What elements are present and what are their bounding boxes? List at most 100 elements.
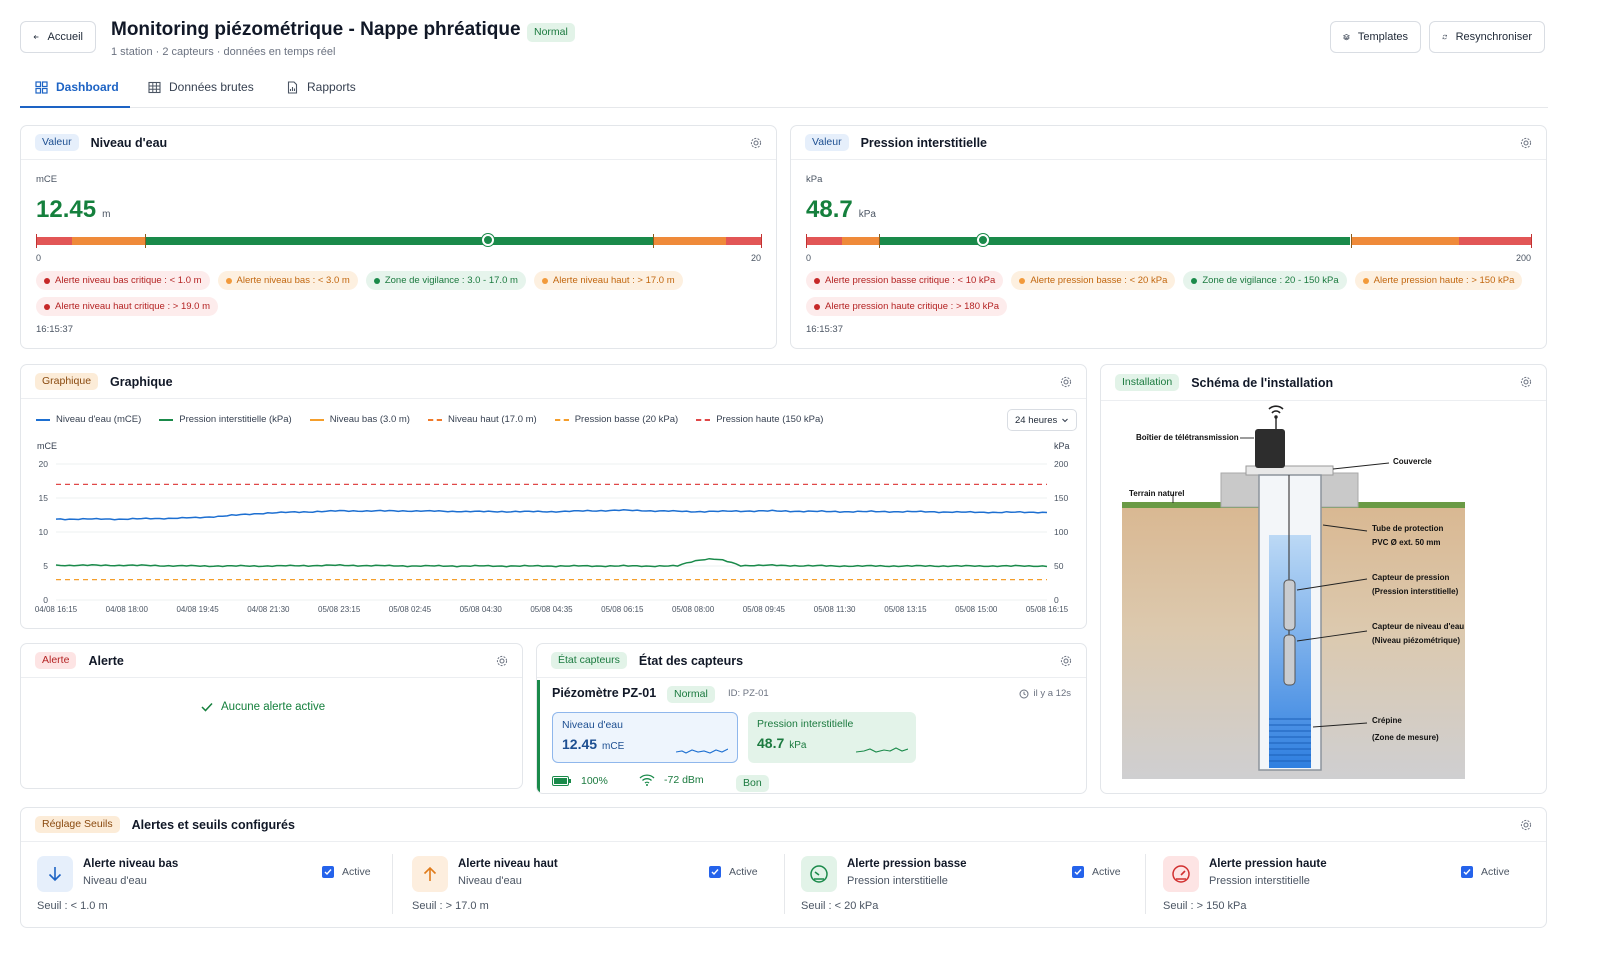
x-tick-label: 05/08 06:15 xyxy=(601,605,644,614)
gear-icon[interactable] xyxy=(1520,819,1532,831)
value-number: 48.7 xyxy=(806,196,853,223)
threshold-chip: Alerte pression haute critique : > 180 k… xyxy=(806,297,1008,316)
y2-tick-label: 200 xyxy=(1054,459,1068,469)
gear-icon[interactable] xyxy=(1520,137,1532,149)
y2-tick-label: 150 xyxy=(1054,493,1068,503)
checkbox-icon xyxy=(322,866,334,878)
y-tick-label: 15 xyxy=(39,493,49,503)
threshold-sensor: Pression interstitielle xyxy=(847,875,948,887)
resync-button[interactable]: Resynchroniser xyxy=(1429,21,1545,53)
chip-label: Alerte pression basse critique : < 10 kP… xyxy=(825,275,996,286)
active-toggle[interactable]: Active xyxy=(322,866,371,878)
label-crepine-1: Crépine xyxy=(1372,716,1402,725)
x-tick-label: 04/08 19:45 xyxy=(176,605,219,614)
layers-icon xyxy=(1343,34,1350,41)
gear-icon[interactable] xyxy=(496,655,508,667)
level-tile-number: 12.45 xyxy=(562,736,598,752)
back-button[interactable]: Accueil xyxy=(20,21,96,53)
gauge-segment xyxy=(878,237,1351,245)
thresholds-card: Réglage Seuils Alertes et seuils configu… xyxy=(20,807,1547,928)
tab-raw-data[interactable]: Données brutes xyxy=(148,80,254,94)
checkbox-icon xyxy=(709,866,721,878)
sensors-header: État capteurs État des capteurs xyxy=(537,644,1086,678)
alert-header: Alerte Alerte xyxy=(21,644,522,678)
grid-icon xyxy=(35,80,48,94)
threshold-icon-box xyxy=(412,856,448,892)
status-dot xyxy=(225,277,232,284)
templates-button[interactable]: Templates xyxy=(1330,21,1421,53)
level-tile-value: 12.45 mCE xyxy=(562,736,624,752)
pressure-tile-number: 48.7 xyxy=(757,735,785,751)
x-tick-label: 05/08 13:15 xyxy=(884,605,927,614)
transmitter-box xyxy=(1255,429,1285,468)
templates-label: Templates xyxy=(1357,31,1408,43)
pressure-header: Valeur Pression interstitielle xyxy=(791,126,1546,160)
gauge-high-icon xyxy=(1172,865,1190,883)
active-toggle[interactable]: Active xyxy=(709,866,758,878)
gear-icon[interactable] xyxy=(1060,655,1072,667)
tab-reports[interactable]: Rapports xyxy=(286,80,356,94)
chip-label: Alerte niveau haut : > 17.0 m xyxy=(552,275,675,286)
last-update-text: il y a 12s xyxy=(1033,688,1072,699)
y-tick-label: 10 xyxy=(39,527,49,537)
x-tick-label: 05/08 04:30 xyxy=(460,605,503,614)
gauge-segment xyxy=(653,237,726,245)
gauge-segment xyxy=(144,237,654,245)
tab-dashboard[interactable]: Dashboard xyxy=(35,80,119,94)
station-status: Normal xyxy=(667,686,715,703)
gear-icon[interactable] xyxy=(750,137,762,149)
current-value: 12.45 m xyxy=(36,196,110,224)
level-tile-label: Niveau d'eau xyxy=(562,719,623,731)
threshold-name: Alerte niveau bas xyxy=(83,858,179,870)
x-tick-label: 05/08 08:00 xyxy=(672,605,715,614)
active-toggle[interactable]: Active xyxy=(1461,866,1510,878)
gauge-bar xyxy=(806,234,1532,248)
status-badge: Normal xyxy=(527,23,575,42)
threshold-chip: Zone de vigilance : 3.0 - 17.0 m xyxy=(365,271,526,290)
label-capt-p-2: (Pression interstitielle) xyxy=(1372,587,1459,596)
pressure-tile-unit: kPa xyxy=(789,740,807,751)
alert-title: Alerte xyxy=(88,653,124,668)
threshold-name: Alerte pression haute xyxy=(1209,858,1327,870)
water-level-title: Niveau d'eau xyxy=(90,135,168,150)
x-tick-label: 05/08 15:00 xyxy=(955,605,998,614)
gauge-segment xyxy=(72,237,145,245)
thresholds-row: Alerte niveau bas Niveau d'eau Seuil : <… xyxy=(21,842,1546,927)
wifi-icon xyxy=(1268,405,1284,414)
threshold-chip: Alerte pression haute : > 150 kPa xyxy=(1354,271,1523,290)
signal-text: -72 dBm xyxy=(664,774,704,786)
x-tick-label: 05/08 11:30 xyxy=(814,605,856,614)
scale-max: 200 xyxy=(1515,253,1531,263)
chip-label: Alerte niveau haut critique : > 19.0 m xyxy=(55,301,210,312)
level-tile[interactable]: Niveau d'eau 12.45 mCE xyxy=(552,712,738,763)
refresh-icon xyxy=(1442,34,1447,40)
sensors-badge: État capteurs xyxy=(551,652,627,669)
label-capt-n-2: (Niveau piézométrique) xyxy=(1372,636,1460,645)
signal-quality-badge: Bon xyxy=(736,775,769,792)
value-unit: kPa xyxy=(858,209,876,220)
status-dot xyxy=(1019,277,1026,284)
y-tick-label: 5 xyxy=(43,561,48,571)
status-dot xyxy=(44,303,50,310)
tab-dashboard-label: Dashboard xyxy=(56,80,119,94)
x-tick-label: 04/08 16:15 xyxy=(35,605,78,614)
status-dot xyxy=(1362,277,1369,284)
alert-badge: Alerte xyxy=(35,652,77,669)
label-capt-n-1: Capteur de niveau d'eau xyxy=(1372,622,1464,631)
thresholds-badge: Réglage Seuils xyxy=(35,816,120,833)
x-tick-label: 05/08 23:15 xyxy=(318,605,361,614)
y2-tick-label: 100 xyxy=(1054,527,1068,537)
threshold-value: Seuil : < 1.0 m xyxy=(37,900,108,912)
pressure-tile-value: 48.7 kPa xyxy=(757,735,806,751)
threshold-name: Alerte niveau haut xyxy=(458,858,558,870)
threshold-chip: Alerte niveau bas critique : < 1.0 m xyxy=(36,271,210,290)
active-toggle[interactable]: Active xyxy=(1072,866,1121,878)
wifi-icon xyxy=(639,774,655,786)
y2-tick-label: 0 xyxy=(1054,595,1059,605)
checkbox-icon xyxy=(1072,866,1084,878)
threshold-name: Alerte pression basse xyxy=(847,858,967,870)
level-sparkline xyxy=(676,748,728,754)
pressure-tile[interactable]: Pression interstitielle 48.7 kPa xyxy=(748,712,916,763)
pressure-sparkline xyxy=(856,747,908,753)
threshold-value: Seuil : < 20 kPa xyxy=(801,900,879,912)
